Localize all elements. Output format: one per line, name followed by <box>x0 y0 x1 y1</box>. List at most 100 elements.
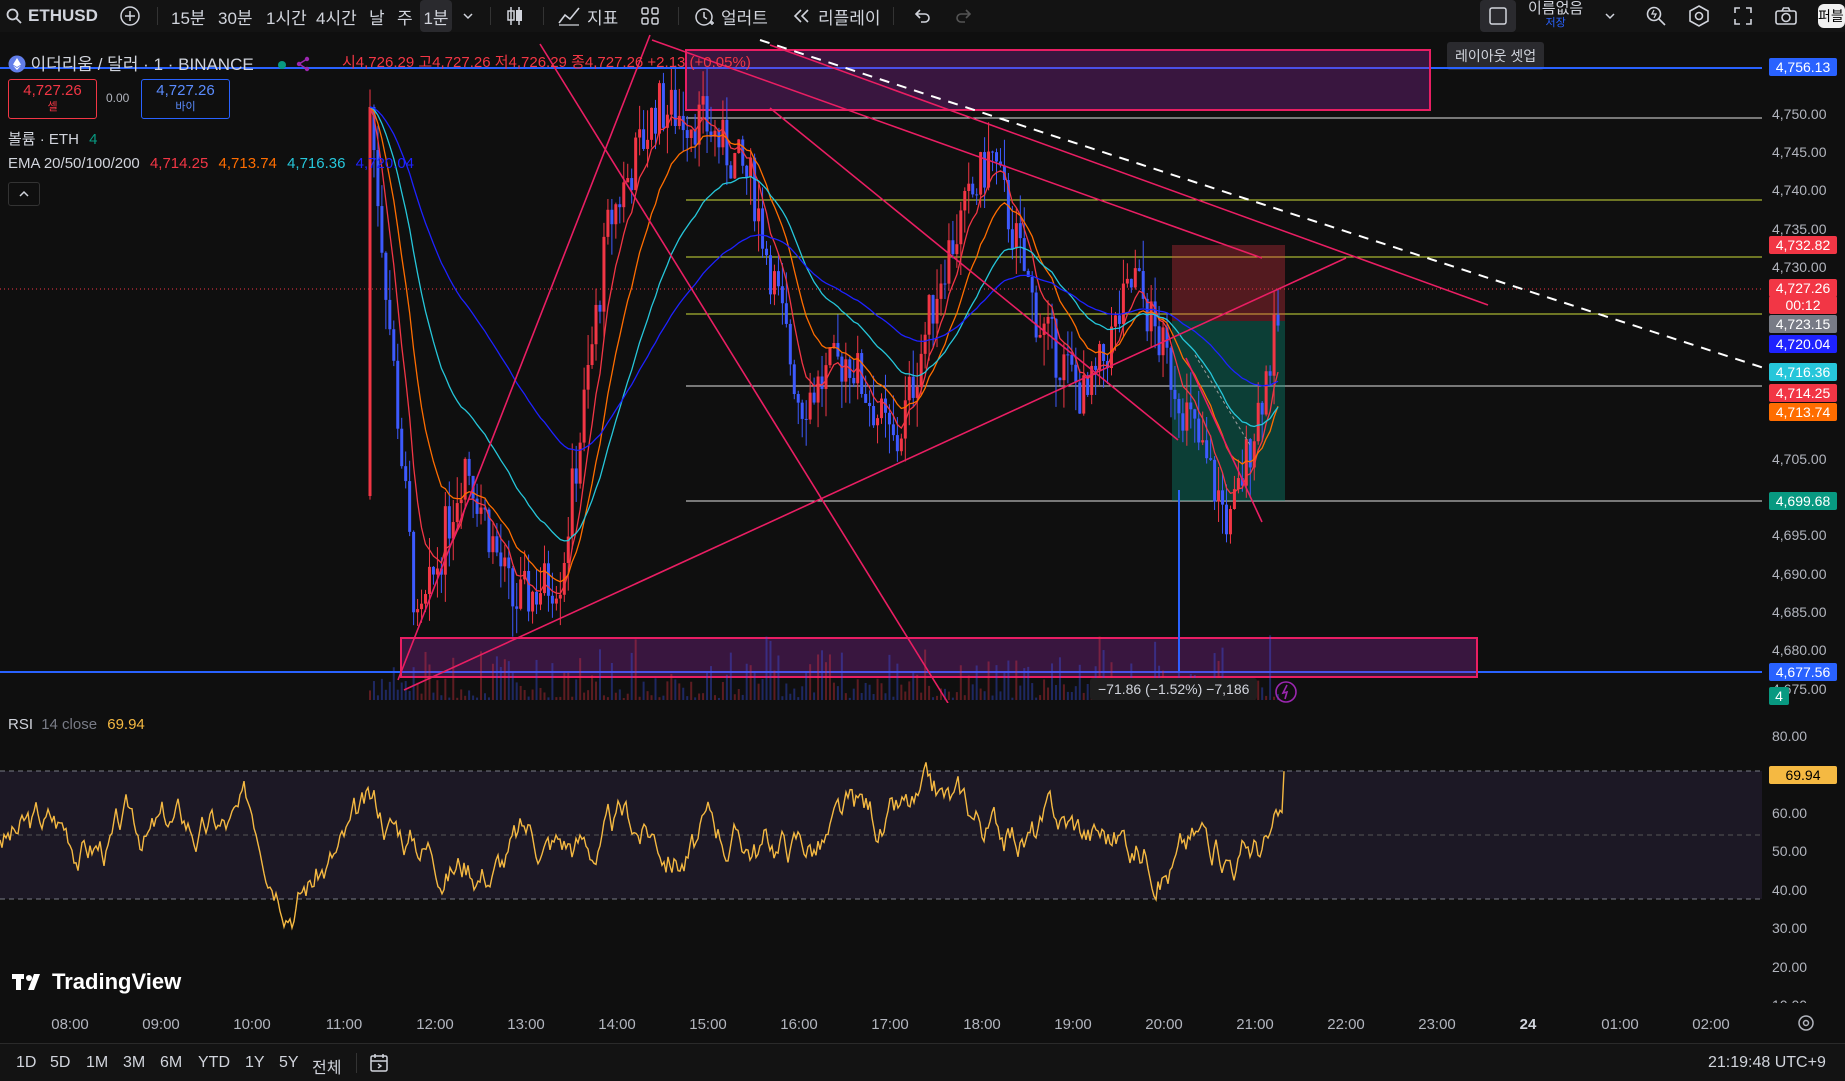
candle-body <box>388 299 392 330</box>
rsi-pane[interactable] <box>0 707 1845 1002</box>
volume-legend[interactable]: 볼륨 · ETH 4 <box>8 128 97 149</box>
interval-30m[interactable]: 30분 <box>218 0 253 32</box>
volume-bar <box>642 681 645 700</box>
candle-body <box>384 252 388 300</box>
ema100-value: 4,716.36 <box>287 155 346 172</box>
interval-week[interactable]: 주 <box>397 0 413 32</box>
volume-bar <box>499 666 502 700</box>
candle-body <box>515 606 519 609</box>
candle-body <box>1010 229 1014 249</box>
volume-bar <box>511 672 514 700</box>
layout-name-button[interactable]: 이름없음 저장 <box>1528 0 1583 32</box>
candle-body <box>1173 389 1177 399</box>
goto-date-icon[interactable] <box>368 1052 390 1074</box>
volume-bar <box>725 674 728 700</box>
fullscreen-button[interactable] <box>1733 0 1753 32</box>
supply-zone <box>685 49 1431 111</box>
layout-setup-button[interactable] <box>1480 0 1516 32</box>
candle-body <box>673 89 677 127</box>
candle-body <box>574 468 578 484</box>
undo-icon <box>914 9 930 23</box>
lightning-icon[interactable] <box>1274 680 1298 704</box>
volume-bar <box>832 682 835 700</box>
candle-body <box>594 304 598 345</box>
range-5y[interactable]: 5Y <box>279 1054 299 1072</box>
volume-bar <box>428 664 431 700</box>
chart-type-button[interactable] <box>505 0 525 32</box>
quick-search-button[interactable] <box>1645 0 1667 32</box>
settings-button[interactable] <box>1688 0 1710 32</box>
replay-button[interactable]: 리플레이 <box>792 0 881 32</box>
range-ytd[interactable]: YTD <box>198 1054 230 1072</box>
range-all[interactable]: 전체 <box>312 1054 341 1078</box>
interval-15m[interactable]: 15분 <box>171 0 206 32</box>
volume-bar <box>440 695 443 700</box>
redo-button[interactable] <box>954 0 974 32</box>
price-tick: 4,745.00 <box>1772 144 1827 160</box>
indicators-button[interactable]: 지표 <box>557 0 618 32</box>
candle-body <box>757 208 761 222</box>
volume-bar <box>678 683 681 700</box>
range-1m[interactable]: 1M <box>86 1054 108 1072</box>
range-1y[interactable]: 1Y <box>245 1054 265 1072</box>
share-icon[interactable] <box>295 56 311 72</box>
candle-body <box>1272 314 1276 376</box>
tradingview-logo[interactable]: TradingView <box>12 969 181 995</box>
candle-body <box>852 377 856 384</box>
ema-legend[interactable]: EMA 20/50/100/200 4,714.25 4,713.74 4,71… <box>8 155 414 172</box>
volume-bar <box>706 672 709 700</box>
candle-body <box>919 353 923 387</box>
volume-bar <box>507 661 510 700</box>
volume-bar <box>567 672 570 700</box>
time-tick: 08:00 <box>51 1016 89 1033</box>
templates-button[interactable] <box>640 0 660 32</box>
interval-1m[interactable]: 1분 <box>420 0 452 32</box>
buy-button[interactable]: 4,727.26 바이 <box>141 79 230 119</box>
volume-bar <box>543 692 546 700</box>
range-5d[interactable]: 5D <box>50 1054 70 1072</box>
volume-bar <box>487 697 490 700</box>
sell-button[interactable]: 4,727.26 셀 <box>8 79 97 119</box>
symbol-search[interactable]: ETHUSD <box>6 0 98 32</box>
undo-button[interactable] <box>912 0 932 32</box>
range-6m[interactable]: 6M <box>160 1054 182 1072</box>
interval-day[interactable]: 날 <box>369 0 385 32</box>
alert-button[interactable]: 얼러트 <box>693 0 768 32</box>
candle-body <box>1221 490 1225 505</box>
redo-icon <box>956 9 972 23</box>
candle-body <box>1236 478 1240 490</box>
candle-body <box>772 271 776 295</box>
rsi-legend[interactable]: RSI 14 close 69.94 <box>8 716 145 733</box>
volume-bar <box>670 673 673 700</box>
interval-4h[interactable]: 4시간 <box>316 0 357 32</box>
layout-dropdown[interactable] <box>1604 0 1616 32</box>
trendline <box>397 34 651 681</box>
range-3m[interactable]: 3M <box>123 1054 145 1072</box>
volume-bar <box>527 696 530 700</box>
publish-button[interactable]: 퍼블 <box>1818 4 1845 28</box>
price-tick: 4,690.00 <box>1772 566 1827 582</box>
volume-bar <box>559 696 562 700</box>
volume-bar <box>626 693 629 700</box>
interval-1h[interactable]: 1시간 <box>266 0 307 32</box>
clock[interactable]: 21:19:48 UTC+9 <box>1708 1054 1826 1072</box>
interval-dropdown[interactable] <box>462 0 474 32</box>
candle-body <box>657 83 661 134</box>
candle-body <box>598 304 602 312</box>
candle-body <box>721 119 725 148</box>
range-1d[interactable]: 1D <box>16 1054 36 1072</box>
collapse-legend-button[interactable] <box>8 182 40 206</box>
volume-bar <box>963 695 966 700</box>
snapshot-button[interactable] <box>1774 0 1798 32</box>
compare-button[interactable] <box>119 0 141 32</box>
time-axis[interactable] <box>0 1003 1845 1043</box>
axis-settings-icon[interactable] <box>1796 1013 1816 1033</box>
price-chart[interactable] <box>0 33 1845 703</box>
volume-bar <box>412 667 415 700</box>
volume-bar <box>916 674 919 700</box>
volume-bar <box>591 675 594 700</box>
volume-bar <box>904 691 907 700</box>
volume-bar <box>587 690 590 700</box>
volume-bar <box>825 662 827 700</box>
candle-body <box>792 364 796 395</box>
